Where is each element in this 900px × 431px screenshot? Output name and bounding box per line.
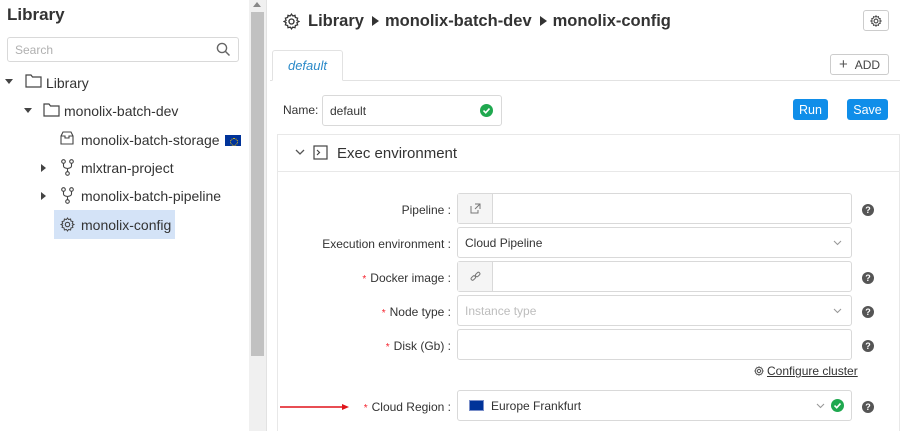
plus-icon: + [838, 56, 848, 73]
external-link-icon [470, 203, 481, 214]
cloud-region-label: * Cloud Region : [363, 400, 451, 414]
pipeline-icon [61, 187, 74, 204]
execution-environment-value: Cloud Pipeline [465, 236, 543, 250]
breadcrumb: Library monolix-batch-dev monolix-config [283, 10, 671, 32]
help-icon[interactable]: ? [862, 401, 874, 413]
disk-label: * Disk (Gb) : [385, 339, 451, 353]
name-label: Name: [283, 103, 319, 117]
disk-label-text: Disk (Gb) [393, 339, 445, 353]
section-title: Exec environment [337, 145, 458, 162]
pipeline-label: Pipeline : [401, 203, 451, 217]
required-marker: * [363, 403, 368, 414]
cloud-region-select[interactable]: Europe Frankfurt [457, 390, 852, 421]
search-input[interactable] [8, 38, 213, 61]
folder-icon [25, 73, 42, 88]
node-type-select[interactable]: Instance type [457, 295, 852, 326]
run-button[interactable]: Run [793, 99, 828, 120]
disk-input[interactable] [457, 329, 852, 360]
docker-image-field[interactable] [457, 261, 852, 292]
docker-image-label-text: Docker image [370, 271, 445, 285]
name-field[interactable] [322, 95, 502, 126]
breadcrumb-folder[interactable]: monolix-batch-dev [385, 12, 532, 31]
required-marker: * [381, 308, 386, 319]
tree-item-mlxtran-project[interactable]: mlxtran-project [81, 160, 174, 176]
library-title: Library [7, 5, 65, 24]
caret-down-icon[interactable] [4, 77, 14, 87]
breadcrumb-separator-icon [539, 16, 547, 26]
tree-item-monolix-batch-dev[interactable]: monolix-batch-dev [64, 103, 178, 119]
panel-scrollbar[interactable] [249, 0, 267, 431]
tree-item-storage-label: monolix-batch-storage [81, 132, 220, 148]
terminal-icon [313, 145, 328, 160]
configure-cluster-label: Configure cluster [767, 364, 858, 378]
execution-environment-label: Execution environment : [322, 237, 451, 251]
node-type-label-text: Node type [389, 305, 445, 319]
help-icon[interactable]: ? [862, 306, 874, 318]
docker-image-label: * Docker image : [362, 271, 451, 285]
scrollbar-thumb[interactable] [251, 12, 264, 356]
tab-default[interactable]: default [272, 50, 343, 81]
library-panel: Library Library monolix-batch-dev monoli… [0, 0, 249, 431]
eu-flag-icon [469, 400, 484, 411]
execution-environment-label-text: Execution environment [322, 237, 445, 251]
section-header[interactable]: Exec environment [278, 135, 899, 172]
folder-icon [43, 102, 60, 117]
gear-icon [870, 14, 882, 27]
breadcrumb-current: monolix-config [552, 11, 671, 30]
save-button[interactable]: Save [847, 99, 888, 120]
chevron-down-icon[interactable] [295, 149, 305, 156]
caret-right-icon[interactable] [39, 191, 49, 201]
annotation-arrow-icon [280, 404, 350, 410]
configure-cluster-link[interactable]: Configure cluster [754, 364, 858, 378]
exec-environment-section: Exec environment Pipeline : ? Execution … [277, 134, 900, 431]
required-marker: * [385, 342, 390, 353]
gear-icon [283, 12, 300, 30]
tree-item-library[interactable]: Library [46, 75, 89, 91]
settings-button[interactable] [863, 10, 889, 31]
execution-environment-select[interactable]: Cloud Pipeline [457, 227, 852, 258]
required-marker: * [362, 274, 367, 285]
check-circle-icon [480, 104, 493, 117]
help-icon[interactable]: ? [862, 272, 874, 284]
caret-right-icon[interactable] [39, 163, 49, 173]
check-circle-icon [831, 399, 844, 412]
help-icon[interactable]: ? [862, 340, 874, 352]
pipeline-field[interactable] [457, 193, 852, 224]
search-icon[interactable] [216, 42, 231, 57]
tree-item-monolix-batch-pipeline[interactable]: monolix-batch-pipeline [81, 188, 221, 204]
storage-icon [60, 131, 74, 145]
breadcrumb-separator-icon [371, 16, 379, 26]
name-input[interactable] [323, 96, 473, 125]
caret-down-icon[interactable] [23, 106, 33, 116]
tab-bar-divider [270, 80, 900, 81]
eu-flag-icon [225, 135, 242, 146]
tree-item-monolix-config[interactable]: monolix-config [81, 217, 171, 233]
add-configuration-button[interactable]: + ADD [830, 54, 889, 75]
chevron-down-icon [816, 403, 825, 409]
gear-icon [60, 217, 75, 232]
chevron-down-icon [833, 240, 842, 246]
gear-icon [754, 366, 764, 376]
pipeline-picker-button[interactable] [458, 194, 493, 223]
help-icon[interactable]: ? [862, 204, 874, 216]
cloud-region-value: Europe Frankfurt [491, 399, 582, 413]
node-type-label: * Node type : [381, 305, 451, 319]
cloud-region-label-text: Cloud Region [371, 400, 445, 414]
search-box[interactable] [7, 37, 239, 62]
link-icon [470, 271, 481, 282]
docker-image-picker-button[interactable] [458, 262, 493, 291]
breadcrumb-root[interactable]: Library [308, 12, 364, 31]
config-panel: Library monolix-batch-dev monolix-config… [268, 0, 900, 431]
pipeline-icon [61, 159, 74, 176]
node-type-placeholder: Instance type [465, 304, 537, 318]
chevron-down-icon [833, 308, 842, 314]
scroll-up-icon[interactable] [253, 2, 261, 7]
tree-item-storage[interactable]: monolix-batch-storage [81, 132, 242, 148]
add-button-label: ADD [854, 57, 881, 72]
pipeline-label-text: Pipeline [401, 203, 445, 217]
